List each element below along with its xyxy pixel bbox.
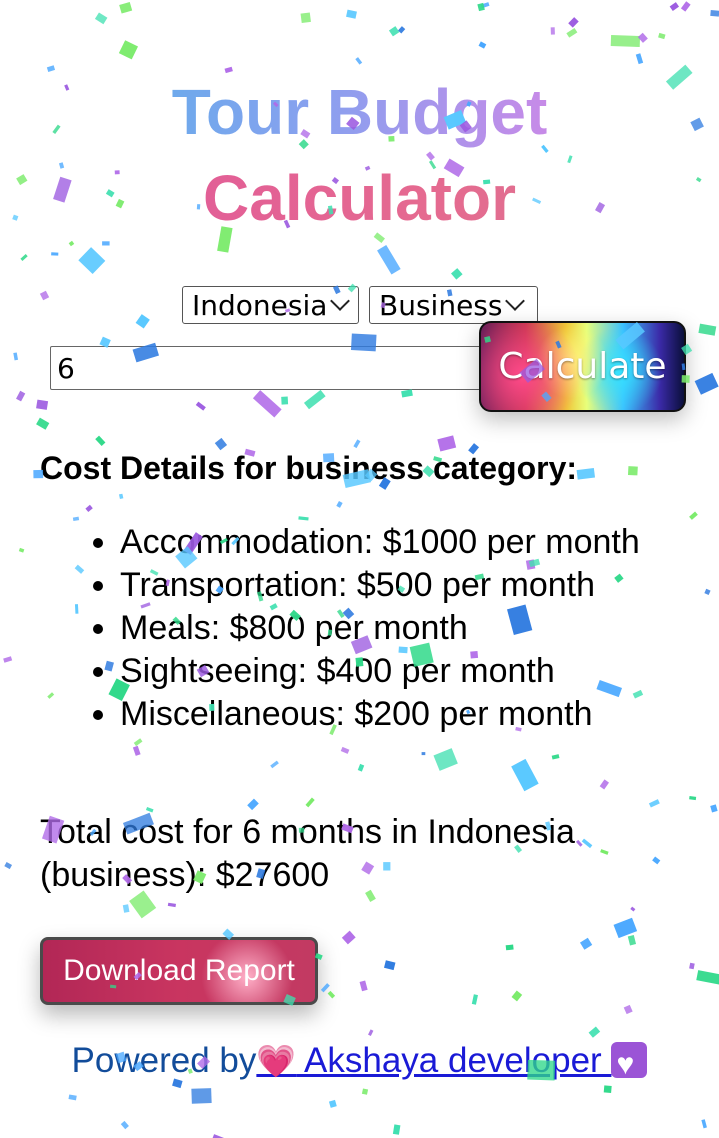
calculate-button[interactable]: Calculate — [479, 321, 686, 412]
chevron-down-icon — [505, 291, 526, 311]
footer-prefix: Powered by — [71, 1041, 257, 1080]
download-report-label: Download Report — [63, 954, 295, 987]
page-title-line2: Calculator — [0, 156, 719, 240]
cost-item-accommodation: Accommodation: $1000 per month — [120, 521, 719, 564]
download-report-button[interactable]: Download Report — [40, 937, 318, 1005]
calculate-button-label: Calculate — [498, 346, 667, 387]
page: Tour Budget Calculator Indonesia Busines… — [0, 0, 719, 1138]
total-cost-text: Total cost for 6 months in Indonesia (bu… — [40, 813, 575, 894]
cost-item-meals: Meals: $800 per month — [120, 607, 719, 650]
developer-link-text: Akshaya developer — [296, 1041, 612, 1080]
developer-link[interactable]: 💗 Akshaya developer — [256, 1040, 648, 1090]
cost-item-miscellaneous: Miscellaneous: $200 per month — [120, 693, 719, 736]
months-input-value: 6 — [57, 351, 75, 385]
cost-details-heading: Cost Details for business category: — [40, 450, 578, 486]
cost-list: Accommodation: $1000 per month Transport… — [72, 521, 719, 736]
page-title-line1: Tour Budget — [0, 70, 719, 154]
country-select-value: Indonesia — [192, 288, 328, 322]
sparkling-heart-icon: 💗 — [256, 1043, 297, 1079]
cost-item-sightseeing: Sightseeing: $400 per month — [120, 650, 719, 693]
cost-item-transportation: Transportation: $500 per month — [120, 564, 719, 607]
category-select-value: Business — [379, 288, 503, 322]
category-select[interactable]: Business — [369, 286, 538, 324]
chevron-down-icon — [330, 291, 351, 311]
footer: Powered by💗 Akshaya developer — [0, 1036, 719, 1090]
country-select[interactable]: Indonesia — [182, 286, 359, 324]
months-input[interactable]: 6 — [50, 346, 490, 390]
white-heart-icon — [611, 1040, 648, 1090]
